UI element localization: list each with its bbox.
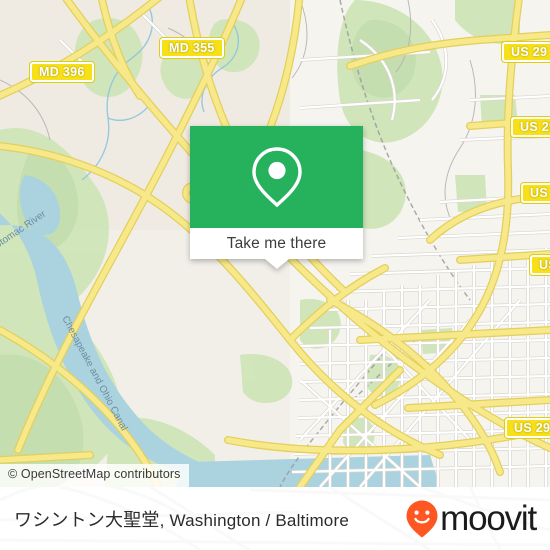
map-canvas[interactable]: Potomac River Chesapeake and Ohio Canal … [0, 0, 550, 487]
take-me-there-button[interactable]: Take me there [190, 228, 363, 259]
map-pin-icon [251, 147, 302, 208]
title-separator: , [159, 510, 170, 530]
road-shield-md-396: MD 396 [30, 62, 94, 82]
moovit-brand-logo[interactable]: moovit [405, 499, 537, 539]
road-shield-md-355: MD 355 [160, 38, 224, 58]
moovit-wordmark: moovit [440, 499, 537, 538]
osm-attribution[interactable]: © OpenStreetMap contributors [0, 464, 189, 487]
place-name-jp: ワシントン大聖堂 [14, 509, 160, 530]
road-shield-label: MD 396 [30, 62, 94, 82]
road-shield-label: MD 355 [160, 38, 224, 58]
moovit-map-screenshot: Potomac River Chesapeake and Ohio Canal … [0, 0, 550, 550]
callout-pin-panel [190, 126, 363, 228]
take-me-there-label: Take me there [226, 234, 327, 252]
footer-content: ワシントン大聖堂, Washington / Baltimore moovit [0, 487, 550, 550]
destination-callout-card[interactable]: Take me there [190, 126, 363, 269]
road-shield-label: US 29 [505, 418, 550, 438]
road-shield-us-29-5: US 29 [505, 418, 550, 438]
moovit-pin-smile-icon [406, 500, 438, 537]
osm-attribution-text: © OpenStreetMap contributors [8, 467, 181, 481]
road-shield-label: US 29 [511, 117, 550, 137]
road-shield-us-29-1: US 29 [502, 42, 550, 62]
callout-pointer [264, 259, 289, 269]
road-shield-label: US 29 [530, 255, 550, 275]
road-shield-label: US 29 [521, 183, 550, 203]
road-shield-us-29-3: US 29 [521, 183, 550, 203]
road-shield-us-29-4: US 29 [530, 255, 550, 275]
page-title: ワシントン大聖堂, Washington / Baltimore [14, 506, 349, 532]
road-shield-label: US 29 [502, 42, 550, 62]
footer-bar: ワシントン大聖堂, Washington / Baltimore moovit [0, 487, 550, 550]
road-shield-us-29-2: US 29 [511, 117, 550, 137]
region-name: Washington / Baltimore [169, 510, 349, 530]
